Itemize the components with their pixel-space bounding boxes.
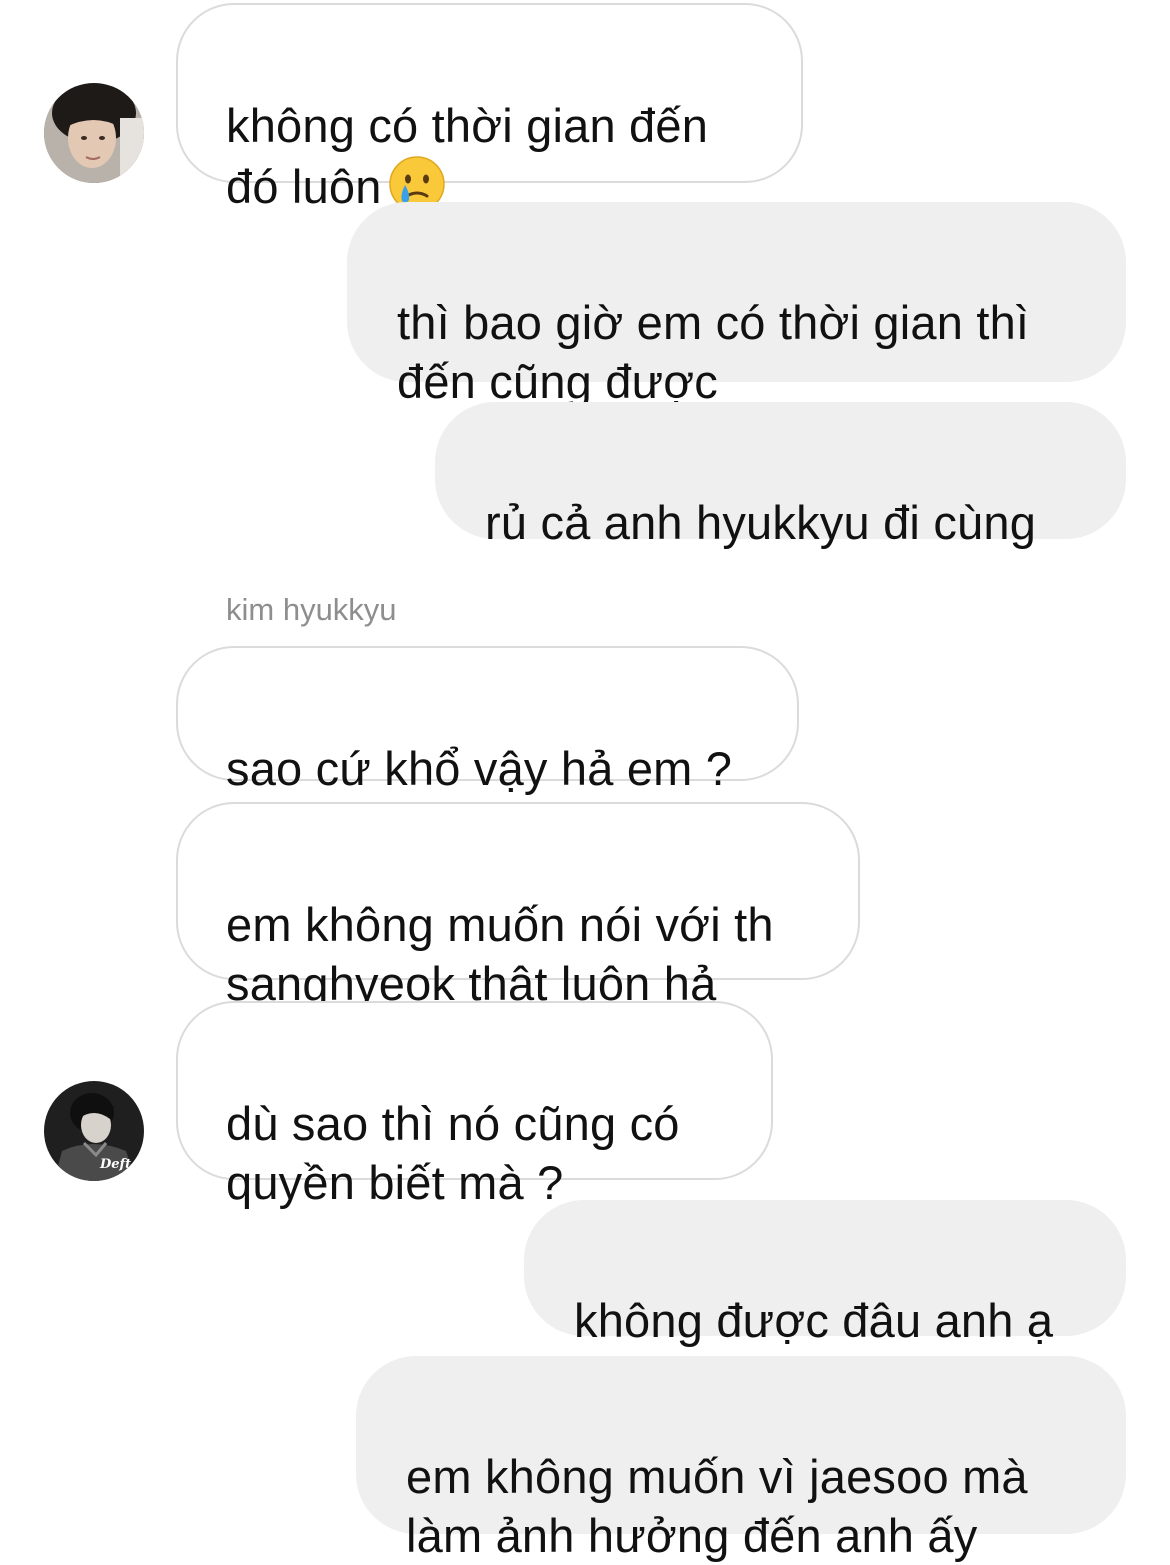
message-bubble-outgoing[interactable]: em không muốn vì jaesoo mà làm ảnh hưởng…: [356, 1356, 1126, 1562]
message-bubble-incoming[interactable]: dù sao thì nó cũng có quyền biết mà ?: [176, 1001, 773, 1209]
message-text: dù sao thì nó cũng có quyền biết mà ?: [226, 1097, 680, 1209]
message-bubble-outgoing[interactable]: không được đâu anh ạ: [524, 1200, 1126, 1347]
message-bubble-incoming[interactable]: em không muốn nói với th sanghyeok thật …: [176, 802, 860, 1010]
message-text: em không muốn nói với th sanghyeok thật …: [226, 898, 774, 1010]
message-bubble-incoming[interactable]: không có thời gian đến đó luôn: [176, 3, 803, 213]
message-text: không được đâu anh ạ: [574, 1294, 1054, 1347]
message-text: sao cứ khổ vậy hả em ?: [226, 742, 733, 795]
message-text: em không muốn vì jaesoo mà làm ảnh hưởng…: [406, 1450, 1028, 1562]
avatar-sender-2[interactable]: Deft: [44, 1081, 144, 1181]
sender-name-label: kim hyukkyu: [226, 592, 397, 627]
avatar-sender-1[interactable]: [44, 83, 144, 183]
message-text: thì bao giờ em có thời gian thì đến cũng…: [397, 296, 1030, 408]
message-bubble-incoming[interactable]: sao cứ khổ vậy hả em ?: [176, 646, 799, 795]
message-bubble-outgoing[interactable]: thì bao giờ em có thời gian thì đến cũng…: [347, 202, 1126, 408]
message-bubble-outgoing[interactable]: rủ cả anh hyukkyu đi cùng: [435, 402, 1126, 549]
person-photo-icon: [44, 83, 144, 183]
message-text: rủ cả anh hyukkyu đi cùng: [485, 496, 1037, 549]
message-text: không có thời gian đến đó luôn: [226, 99, 709, 213]
avatar-badge-text: Deft: [100, 1157, 132, 1172]
